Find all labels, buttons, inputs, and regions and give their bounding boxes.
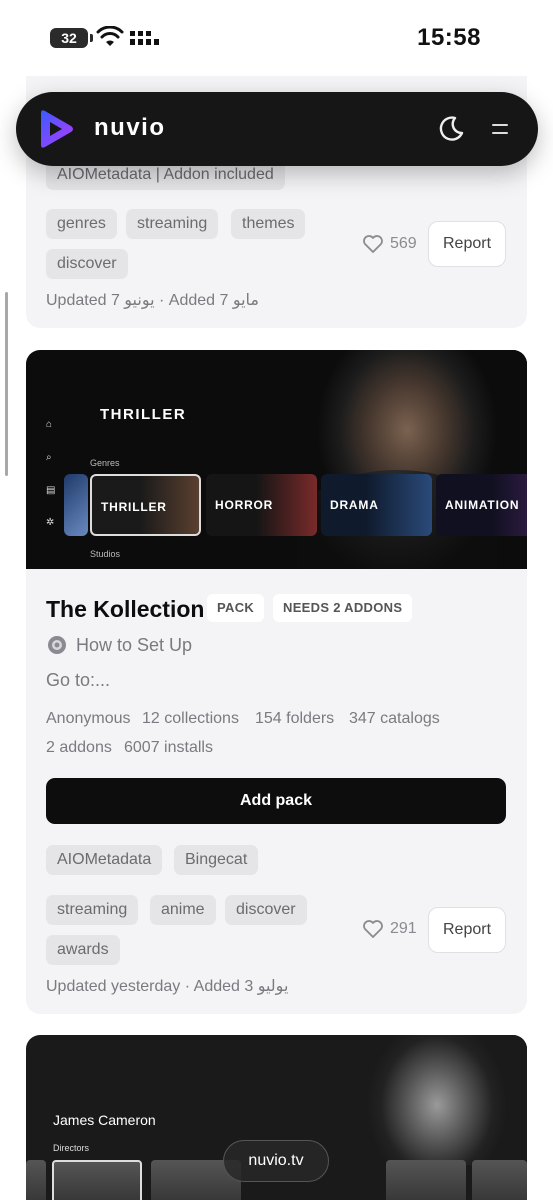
cellular-signal-icon xyxy=(130,31,159,45)
tag-chip[interactable]: streaming xyxy=(126,209,219,239)
like-count: 291 xyxy=(390,920,417,937)
heart-icon xyxy=(363,920,383,938)
top-nav-bar: nuvio xyxy=(16,92,538,166)
menu-icon[interactable] xyxy=(490,118,514,140)
genres-label: Genres xyxy=(90,458,120,468)
tag-chip[interactable]: awards xyxy=(46,935,120,965)
gear-icon xyxy=(48,636,66,654)
updated-text: Updated 7 يونيو · Added 7 مايو xyxy=(46,292,259,309)
directors-label: Directors xyxy=(53,1143,90,1153)
nuvio-logo-icon[interactable] xyxy=(37,109,75,149)
banner-photo xyxy=(327,1035,527,1165)
add-pack-button[interactable]: Add pack xyxy=(46,778,506,824)
addons-count: 2 addons xyxy=(46,739,112,756)
pack-card: AIOMetadata | Addon included genres stre… xyxy=(26,40,527,328)
banner-title: THRILLER xyxy=(100,406,187,423)
studios-label: Studios xyxy=(90,549,121,559)
addon-chip: Bingecat xyxy=(174,845,259,875)
collections-count: 12 collections xyxy=(142,710,239,727)
director-thumb xyxy=(386,1160,466,1200)
addon-chip: AIOMetadata xyxy=(46,845,163,875)
pack-card: ⌂ ⌕ ▤ ✲ THRILLER Genres THRILLER HORROR … xyxy=(26,350,527,1014)
like-count: 569 xyxy=(390,235,417,252)
genre-tile-partial xyxy=(64,474,88,536)
director-thumb xyxy=(52,1160,142,1200)
like-button[interactable]: 569 xyxy=(362,234,417,254)
updated-text: Updated yesterday · Added 3 يوليو xyxy=(46,978,289,995)
status-bar: 32 15:58 xyxy=(0,0,553,76)
wifi-icon xyxy=(96,26,124,46)
scroll-indicator[interactable] xyxy=(5,292,8,476)
genre-tile-thriller: THRILLER xyxy=(90,474,201,536)
pack-preview-image[interactable]: ⌂ ⌕ ▤ ✲ THRILLER Genres THRILLER HORROR … xyxy=(26,350,527,569)
report-button[interactable]: Report xyxy=(428,907,506,953)
how-to-setup-link[interactable]: How to Set Up xyxy=(46,634,192,656)
settings-icon: ✲ xyxy=(46,517,55,528)
genre-tile-drama: DRAMA xyxy=(321,474,432,536)
library-icon: ▤ xyxy=(46,485,56,496)
pack-badge: PACK xyxy=(207,594,265,622)
folders-count: 154 folders xyxy=(255,710,335,727)
clock: 15:58 xyxy=(417,24,481,51)
author-text: Anonymous xyxy=(46,710,131,727)
director-thumb xyxy=(26,1160,46,1200)
report-button[interactable]: Report xyxy=(428,221,506,267)
battery-icon: 32 xyxy=(50,28,93,48)
installs-count: 6007 installs xyxy=(124,739,213,756)
setup-label: How to Set Up xyxy=(76,634,193,655)
tag-chip[interactable]: discover xyxy=(46,249,128,279)
genre-tile-animation: ANIMATION xyxy=(436,474,527,536)
director-thumb xyxy=(472,1160,527,1200)
tag-chip[interactable]: streaming xyxy=(46,895,139,925)
search-icon: ⌕ xyxy=(46,452,52,463)
brand-name[interactable]: nuvio xyxy=(94,114,166,142)
like-button[interactable]: 291 xyxy=(362,919,417,939)
tag-chip[interactable]: anime xyxy=(150,895,216,925)
banner-photo xyxy=(257,350,527,569)
banner-title: James Cameron xyxy=(53,1112,156,1128)
addons-required-badge: NEEDS 2 ADDONS xyxy=(273,594,413,622)
description-text: Go to:... xyxy=(46,670,111,690)
moon-icon[interactable] xyxy=(436,114,466,144)
tag-chip[interactable]: themes xyxy=(231,209,306,239)
heart-icon xyxy=(363,235,383,253)
home-icon: ⌂ xyxy=(46,419,53,430)
tag-chip[interactable]: genres xyxy=(46,209,117,239)
site-url-pill[interactable]: nuvio.tv xyxy=(223,1140,329,1182)
tag-chip[interactable]: discover xyxy=(225,895,307,925)
genre-tile-horror: HORROR xyxy=(206,474,317,536)
catalogs-count: 347 catalogs xyxy=(349,710,440,727)
pack-title[interactable]: The Kollection xyxy=(46,596,204,623)
